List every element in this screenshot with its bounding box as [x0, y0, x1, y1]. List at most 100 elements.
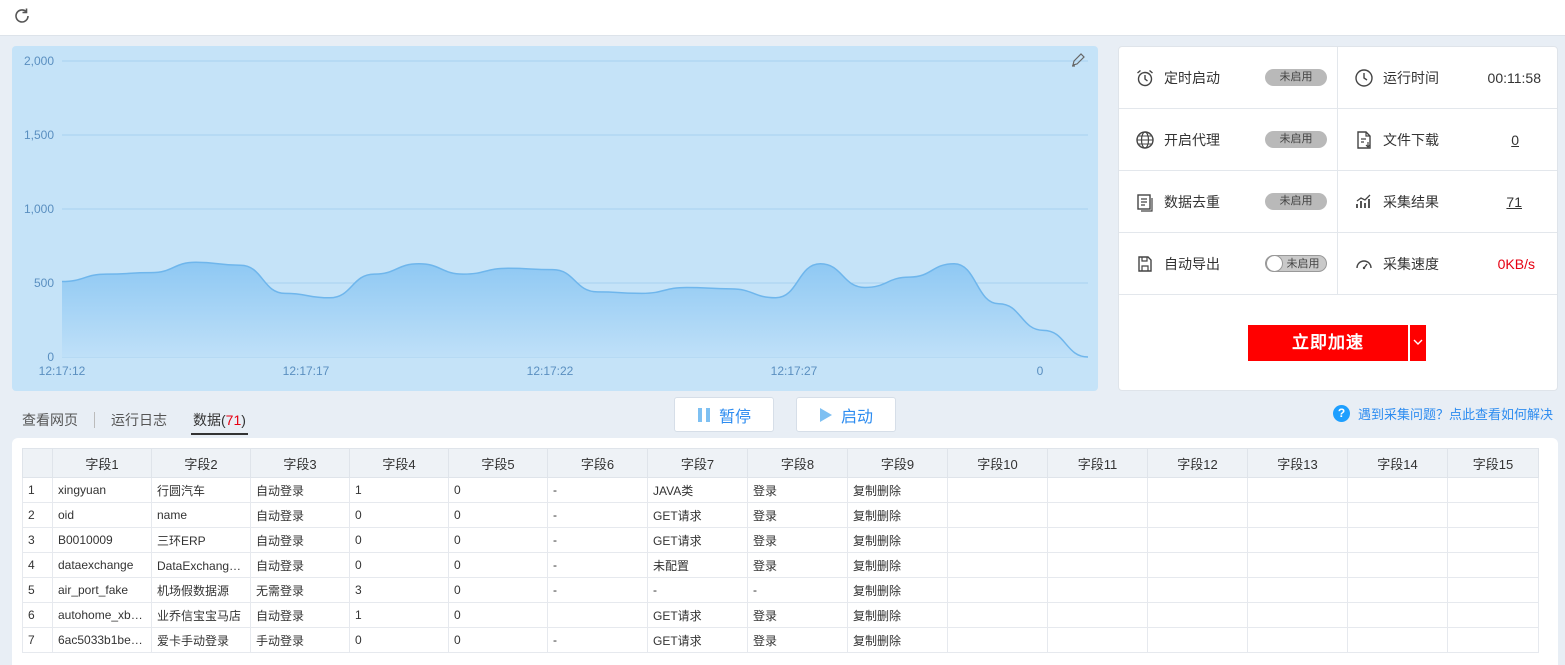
pause-button[interactable]: 暂停: [674, 397, 774, 432]
table-cell: [1347, 527, 1448, 553]
accelerate-dropdown[interactable]: [1409, 325, 1426, 361]
table-row[interactable]: 1 xingyuan 行圆汽车 自动登录 1 0- JAVA类 登录 复制删除: [22, 477, 1539, 503]
table-cell: 自动登录: [250, 602, 350, 628]
row-index: 4: [22, 552, 53, 578]
result-cell: 采集结果 71: [1338, 171, 1557, 232]
table-cell: -: [547, 502, 648, 528]
table-cell: 复制删除: [847, 602, 948, 628]
column-header[interactable]: 字段12: [1147, 448, 1248, 478]
table-cell: [1447, 502, 1539, 528]
table-cell: [1447, 627, 1539, 653]
pause-icon: [697, 407, 710, 422]
row-index: 5: [22, 577, 53, 603]
start-button[interactable]: 启动: [796, 397, 896, 432]
help-text: 遇到采集问题？点此查看如何解决: [1357, 407, 1553, 422]
alarm-clock-icon: [1135, 68, 1155, 88]
column-header[interactable]: 字段13: [1247, 448, 1348, 478]
table-cell: [1447, 477, 1539, 503]
table-row[interactable]: 4dataexchangeDataExchange数据交换自动登录00-未配置登…: [22, 552, 1539, 578]
table-cell: [1147, 602, 1248, 628]
row-index: 6: [22, 602, 53, 628]
column-header[interactable]: 字段10: [947, 448, 1048, 478]
table-cell: [947, 577, 1048, 603]
tab-data[interactable]: 数据(71): [191, 405, 248, 435]
scheduled-start-badge[interactable]: 未启用: [1265, 69, 1327, 86]
table-row[interactable]: 6 autohome_xbbm 业乔信宝宝马店 自动登录 1 0 GET请求 登录 复制删除: [22, 602, 1539, 628]
table-cell: 登录: [747, 552, 848, 578]
file-download-value[interactable]: 0: [1511, 132, 1519, 148]
tab-view-page[interactable]: 查看网页: [22, 405, 78, 435]
column-header[interactable]: 字段1: [52, 448, 152, 478]
table-cell: [1147, 527, 1248, 553]
trend-chart-icon: [1354, 192, 1374, 212]
table-cell: -: [547, 477, 648, 503]
column-header[interactable]: 字段4: [349, 448, 449, 478]
row-index: 3: [22, 527, 53, 553]
table-cell: 1: [349, 477, 449, 503]
column-header[interactable]: 字段9: [847, 448, 948, 478]
column-header[interactable]: 字段14: [1347, 448, 1448, 478]
row-index: 1: [22, 477, 53, 503]
table-row[interactable]: 5 air_port_fake 机场假数据源 无需登录 3 0- - - 复制删除: [22, 577, 1539, 603]
accelerate-button[interactable]: 立即加速: [1248, 325, 1408, 361]
table-cell: [1147, 502, 1248, 528]
table-row[interactable]: 3 B0010009 三环ERP 自动登录 0 0- GET请求 登录 复制删除: [22, 527, 1539, 553]
table-cell: [1447, 527, 1539, 553]
table-cell: [1347, 577, 1448, 603]
tab-data-close: ): [241, 412, 246, 428]
pencil-icon[interactable]: [1070, 52, 1086, 68]
stat-row: 定时启动 未启用 运行时间 00:11:58: [1119, 47, 1557, 109]
auto-export-toggle[interactable]: 未启用: [1265, 255, 1327, 272]
column-header[interactable]: 字段11: [1047, 448, 1148, 478]
proxy-label: 开启代理: [1164, 131, 1220, 148]
y-tick-label: 500: [34, 276, 54, 290]
column-header[interactable]: 字段2: [151, 448, 251, 478]
table-cell: [1147, 577, 1248, 603]
help-link[interactable]: ? 遇到采集问题？点此查看如何解决: [1332, 404, 1553, 423]
table-cell: xingyuan: [52, 477, 152, 503]
table-cell: [947, 502, 1048, 528]
chevron-down-icon: [1413, 339, 1423, 345]
proxy-badge[interactable]: 未启用: [1265, 131, 1327, 148]
stat-row: 数据去重 未启用 采集结果 71: [1119, 171, 1557, 233]
table-cell: 未配置: [647, 552, 748, 578]
x-tick-label: 12:17:12: [39, 364, 86, 378]
column-header[interactable]: 字段7: [647, 448, 748, 478]
column-header[interactable]: 字段5: [448, 448, 548, 478]
table-cell: -: [547, 552, 648, 578]
table-cell: [1447, 552, 1539, 578]
speed-label: 采集速度: [1383, 255, 1439, 272]
table-row[interactable]: 7 6ac5033b1bed4f 爱卡手动登录 手动登录 0 0- GET请求 登录 复制删除: [22, 627, 1539, 653]
table-cell: 复制删除: [847, 577, 948, 603]
table-cell: 复制删除: [847, 502, 948, 528]
column-header[interactable]: 字段6: [547, 448, 648, 478]
table-cell: [1347, 502, 1448, 528]
table-cell: 无需登录: [250, 577, 350, 603]
file-download-cell: 文件下载 0: [1338, 109, 1557, 170]
row-index: 2: [22, 502, 53, 528]
column-header[interactable]: 字段15: [1447, 448, 1539, 478]
refresh-icon[interactable]: [12, 6, 34, 28]
table-cell: 机场假数据源: [151, 577, 251, 603]
table-cell: 爱卡手动登录: [151, 627, 251, 653]
column-header[interactable]: 字段8: [747, 448, 848, 478]
table-cell: [1347, 552, 1448, 578]
tab-run-log[interactable]: 运行日志: [111, 405, 167, 435]
tab-data-count: 71: [225, 412, 242, 428]
tab-divider: [94, 412, 95, 428]
table-cell: [1347, 627, 1448, 653]
dedupe-badge[interactable]: 未启用: [1265, 193, 1327, 210]
table-cell: 自动登录: [250, 552, 350, 578]
table-cell: 0: [448, 477, 548, 503]
result-value[interactable]: 71: [1506, 194, 1522, 210]
table-cell: 自动登录: [250, 502, 350, 528]
table-cell: 登录: [747, 527, 848, 553]
scheduled-start-cell: 定时启动 未启用: [1119, 47, 1338, 108]
column-header[interactable]: [22, 448, 53, 478]
table-row[interactable]: 2 oid name 自动登录 0 0- GET请求 登录 复制删除: [22, 502, 1539, 528]
table-cell: [947, 527, 1048, 553]
file-download-icon: [1354, 130, 1374, 150]
column-header[interactable]: 字段3: [250, 448, 350, 478]
table-body: 1 xingyuan 行圆汽车 自动登录 1 0- JAVA类 登录 复制删除 2 oid name 自…: [22, 477, 1539, 653]
y-tick-label: 2,000: [24, 54, 54, 68]
